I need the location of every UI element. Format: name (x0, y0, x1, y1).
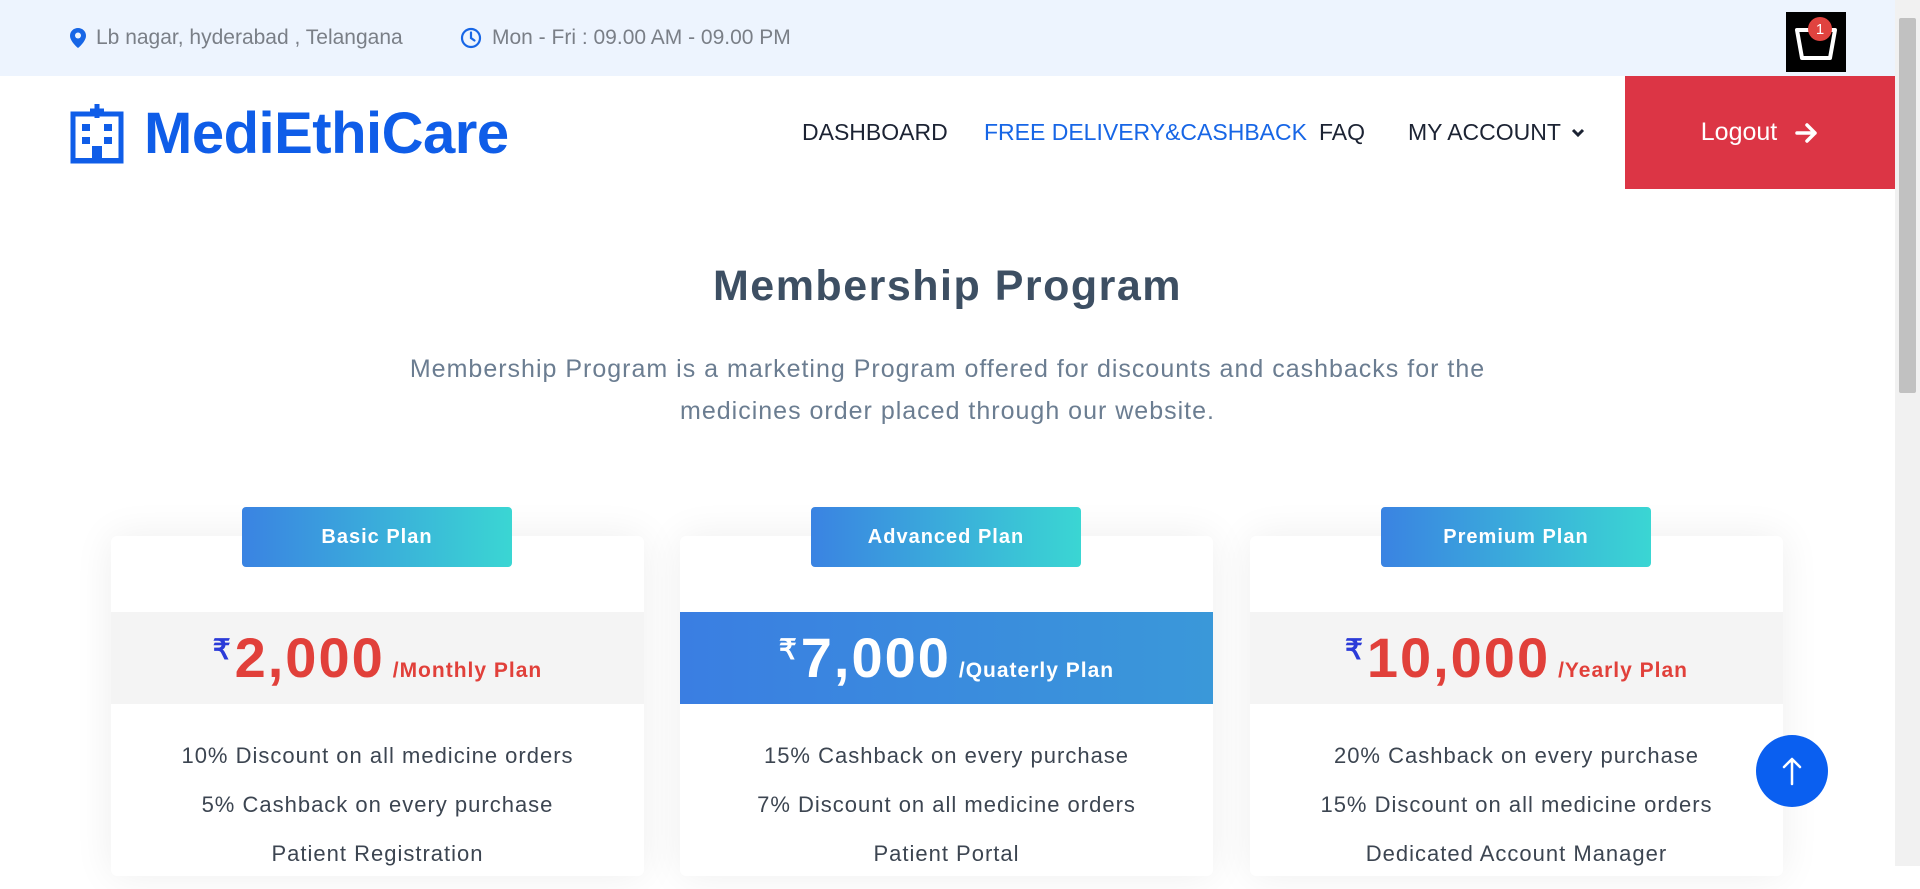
nav-my-account[interactable]: MY ACCOUNT (1408, 76, 1585, 189)
plan-price: 2,000 (234, 626, 385, 689)
feature-item: 10% Discount on all medicine orders (181, 743, 574, 768)
nav-faq-label: FAQ (1319, 119, 1366, 145)
nav-dashboard[interactable]: DASHBOARD (802, 76, 948, 189)
map-pin-icon (70, 28, 86, 48)
plan-card-basic: Basic Plan ₹ 2,000 /Monthly Plan 10% Dis… (111, 507, 644, 876)
hospital-icon (70, 103, 124, 163)
plan-period: /Quaterly Plan (958, 659, 1115, 682)
rupee-icon: ₹ (1344, 634, 1363, 665)
cart-button[interactable]: 1 (1786, 12, 1846, 72)
hours-text: Mon - Fri : 09.00 AM - 09.00 PM (492, 26, 791, 49)
brand-logo[interactable]: MediEthiCare (70, 100, 509, 167)
rupee-icon: ₹ (212, 634, 231, 665)
main-header: MediEthiCare DASHBOARD FREE DELIVERY&CAS… (0, 76, 1895, 189)
feature-item: 20% Cashback on every purchase (1333, 743, 1700, 768)
section-title: Membership Program (712, 262, 1183, 310)
feature-list: 15% Cashback on every purchase 7% Discou… (680, 742, 1213, 889)
feature-item: 5% Cashback on every purchase (201, 792, 554, 817)
plan-card-advanced: Advanced Plan ₹ 7,000 /Quaterly Plan 15%… (680, 507, 1213, 876)
page-scrollbar[interactable] (1895, 0, 1920, 866)
plan-period: /Yearly Plan (1558, 659, 1689, 682)
feature-list: 10% Discount on all medicine orders 5% C… (111, 742, 644, 889)
hours-info: Mon - Fri : 09.00 AM - 09.00 PM (460, 0, 791, 76)
plan-card-premium: Premium Plan ₹ 10,000 /Yearly Plan 20% C… (1250, 507, 1783, 876)
feature-item: 15% Cashback on every purchase (763, 743, 1130, 768)
feature-list: 20% Cashback on every purchase 15% Disco… (1250, 742, 1783, 889)
plan-period: /Monthly Plan (392, 659, 543, 682)
price-band: ₹ 7,000 /Quaterly Plan (680, 612, 1213, 704)
nav-dashboard-label: DASHBOARD (802, 119, 948, 145)
feature-item: Patient Registration (271, 841, 484, 866)
feature-item: 15% Discount on all medicine orders (1320, 792, 1713, 817)
logout-button[interactable]: Logout (1625, 76, 1895, 189)
scrollbar-thumb[interactable] (1899, 18, 1916, 393)
section-subtitle: Membership Program is a marketing Progra… (409, 355, 1486, 425)
nav-my-account-label: MY ACCOUNT (1408, 119, 1561, 145)
feature-item: Patient Portal (873, 841, 1020, 866)
feature-item: 7% Discount on all medicine orders (757, 792, 1136, 817)
plan-name-badge[interactable]: Premium Plan (1381, 507, 1651, 567)
price-band: ₹ 10,000 /Yearly Plan (1250, 612, 1783, 704)
brand-name: MediEthiCare (144, 101, 509, 166)
plan-price: 10,000 (1366, 626, 1551, 689)
nav-faq[interactable]: FAQ (1319, 76, 1365, 189)
cart-count-badge: 1 (1808, 17, 1832, 41)
arrow-up-icon (1782, 757, 1802, 786)
nav-free-delivery-label: FREE DELIVERY&CASHBACK (984, 119, 1307, 145)
arrow-right-icon (1795, 122, 1817, 143)
top-info-bar: Lb nagar, hyderabad , Telangana Mon - Fr… (0, 0, 1895, 76)
logout-label: Logout (1700, 118, 1778, 146)
plan-name-badge[interactable]: Basic Plan (242, 507, 512, 567)
feature-item: Dedicated Account Manager (1365, 841, 1668, 866)
rupee-icon: ₹ (778, 634, 797, 665)
plan-price: 7,000 (800, 626, 951, 689)
location-text: Lb nagar, hyderabad , Telangana (96, 26, 403, 49)
clock-icon (460, 27, 482, 49)
plan-name-badge[interactable]: Advanced Plan (811, 507, 1081, 567)
location-info: Lb nagar, hyderabad , Telangana (70, 0, 403, 76)
nav-free-delivery-cashback[interactable]: FREE DELIVERY&CASHBACK (984, 76, 1307, 189)
chevron-down-icon (1571, 128, 1584, 137)
back-to-top-button[interactable] (1756, 735, 1828, 807)
price-band: ₹ 2,000 /Monthly Plan (111, 612, 644, 704)
